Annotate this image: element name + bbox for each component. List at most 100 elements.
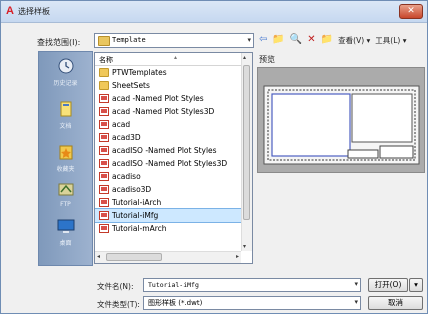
template-file-icon — [99, 120, 109, 129]
autocad-logo-icon: A — [6, 5, 14, 17]
file-type-label: 文件类型(T): — [97, 300, 140, 309]
delete-button[interactable]: ✕ — [307, 33, 315, 47]
chevron-down-icon[interactable]: ▾ — [354, 280, 358, 288]
places-item-desktop[interactable]: 桌面 — [39, 217, 92, 247]
sort-ascending-icon: ▴ — [174, 54, 178, 61]
file-name-label: 文件名(N): — [97, 282, 134, 291]
template-file-icon — [99, 185, 109, 194]
chevron-down-icon[interactable]: ▾ — [354, 298, 358, 306]
places-item-history[interactable]: 历史记录 — [39, 57, 92, 87]
folder-icon — [99, 68, 109, 77]
places-label: 历史记录 — [53, 80, 78, 87]
template-file-icon — [99, 133, 109, 142]
places-item-ftp[interactable]: FTP — [39, 180, 92, 208]
open-options-button[interactable]: ▾ — [409, 278, 423, 292]
list-item[interactable]: acad — [95, 118, 241, 131]
template-file-icon — [99, 94, 109, 103]
places-label: 文档 — [59, 123, 72, 130]
file-list[interactable]: 名称 ▴ PTWTemplates SheetSets acad -Named Pl… — [94, 52, 253, 264]
column-label: 名称 — [99, 56, 113, 64]
places-label: 桌面 — [59, 240, 72, 247]
template-file-icon — [99, 146, 109, 155]
select-template-dialog: A 选择样板 ✕ 查找范围(I): Template ▾ ⇦ 📁 🔍 ✕ 📁 查… — [0, 0, 428, 314]
preview-label: 预览 — [259, 55, 275, 64]
scroll-right-icon[interactable]: ▸ — [236, 253, 239, 260]
close-button[interactable]: ✕ — [399, 4, 423, 19]
scroll-up-icon[interactable]: ▴ — [243, 54, 246, 61]
list-item[interactable]: acadISO -Named Plot Styles3D — [95, 157, 241, 170]
template-file-icon — [99, 172, 109, 181]
places-bar: 历史记录 文档 收藏夹 FTP 桌面 — [38, 51, 93, 266]
title-bar: A 选择样板 ✕ — [1, 1, 427, 23]
list-item-label: PTWTemplates — [112, 68, 167, 77]
tools-menu[interactable]: 工具(L) ▾ — [375, 35, 406, 46]
file-name-value: Tutorial-iMfg — [148, 281, 199, 289]
ftp-icon — [58, 183, 73, 196]
look-in-label: 查找范围(I): — [37, 38, 81, 47]
preview-pane — [257, 67, 425, 173]
list-item-label: acadISO -Named Plot Styles — [112, 146, 217, 155]
scroll-left-icon[interactable]: ◂ — [97, 253, 100, 260]
list-item[interactable]: acadiso3D — [95, 183, 241, 196]
look-in-value: Template — [112, 36, 146, 44]
file-type-value: 图形样板 (*.dwt) — [148, 299, 203, 307]
list-item[interactable]: Tutorial-mArch — [95, 222, 241, 235]
history-icon — [58, 58, 73, 74]
list-item-label: acadiso3D — [112, 185, 152, 194]
name-column-header[interactable]: 名称 ▴ — [95, 53, 241, 66]
list-item-label: Tutorial-iArch — [112, 198, 162, 207]
scroll-thumb[interactable] — [106, 253, 162, 261]
documents-icon — [60, 101, 71, 117]
scroll-thumb[interactable] — [243, 65, 250, 220]
scroll-down-icon[interactable]: ▾ — [243, 243, 246, 250]
horizontal-scrollbar[interactable]: ◂ ▸ — [95, 251, 241, 263]
list-item-label: acad3D — [112, 133, 141, 142]
list-item-label: acad -Named Plot Styles3D — [112, 107, 215, 116]
file-name-input[interactable]: Tutorial-iMfg ▾ — [143, 278, 361, 292]
favorites-icon — [59, 145, 72, 160]
list-item[interactable]: acadiso — [95, 170, 241, 183]
search-web-button[interactable]: 🔍 — [290, 33, 302, 47]
file-rows: PTWTemplates SheetSets acad -Named Plot St… — [95, 66, 242, 235]
window-title: 选择样板 — [18, 7, 50, 16]
folder-icon — [98, 36, 110, 46]
file-type-dropdown[interactable]: 图形样板 (*.dwt) ▾ — [143, 296, 361, 310]
places-item-documents[interactable]: 文档 — [39, 100, 92, 130]
template-file-icon — [99, 107, 109, 116]
template-file-icon — [99, 159, 109, 168]
vertical-scrollbar[interactable]: ▴ ▾ — [241, 53, 252, 251]
up-folder-button[interactable]: 📁 — [272, 33, 284, 47]
list-item-label: acadISO -Named Plot Styles3D — [112, 159, 228, 168]
folder-icon — [99, 81, 109, 90]
list-item-label: Tutorial-iMfg — [112, 211, 159, 220]
cancel-button[interactable]: 取消 — [368, 296, 423, 310]
open-button[interactable]: 打开(O) — [368, 278, 408, 292]
toolbar: ⇦ 📁 🔍 ✕ 📁 查看(V) ▾ 工具(L) ▾ — [259, 33, 406, 47]
list-item[interactable]: SheetSets — [95, 79, 241, 92]
list-item[interactable]: Tutorial-iArch — [95, 196, 241, 209]
template-file-icon — [99, 198, 109, 207]
places-label: FTP — [60, 201, 71, 208]
desktop-icon — [57, 219, 74, 233]
look-in-dropdown[interactable]: Template ▾ — [94, 33, 254, 48]
places-item-favorites[interactable]: 收藏夹 — [39, 143, 92, 173]
list-item-label: acad -Named Plot Styles — [112, 94, 204, 103]
chevron-down-icon: ▾ — [414, 280, 418, 289]
places-label: 收藏夹 — [56, 166, 75, 173]
list-item-label: SheetSets — [112, 81, 150, 90]
close-icon: ✕ — [407, 6, 415, 16]
new-folder-button[interactable]: 📁 — [321, 33, 333, 47]
list-item[interactable]: acadISO -Named Plot Styles — [95, 144, 241, 157]
back-button[interactable]: ⇦ — [259, 33, 267, 47]
list-item[interactable]: Tutorial-iMfg — [95, 208, 242, 223]
views-menu[interactable]: 查看(V) ▾ — [338, 35, 370, 46]
template-preview-image — [263, 85, 420, 165]
list-item[interactable]: acad3D — [95, 131, 241, 144]
list-item[interactable]: PTWTemplates — [95, 66, 241, 79]
template-file-icon — [99, 224, 109, 233]
list-item-label: acadiso — [112, 172, 141, 181]
list-item[interactable]: acad -Named Plot Styles3D — [95, 105, 241, 118]
list-item[interactable]: acad -Named Plot Styles — [95, 92, 241, 105]
list-item-label: acad — [112, 120, 131, 129]
list-item-label: Tutorial-mArch — [112, 224, 167, 233]
